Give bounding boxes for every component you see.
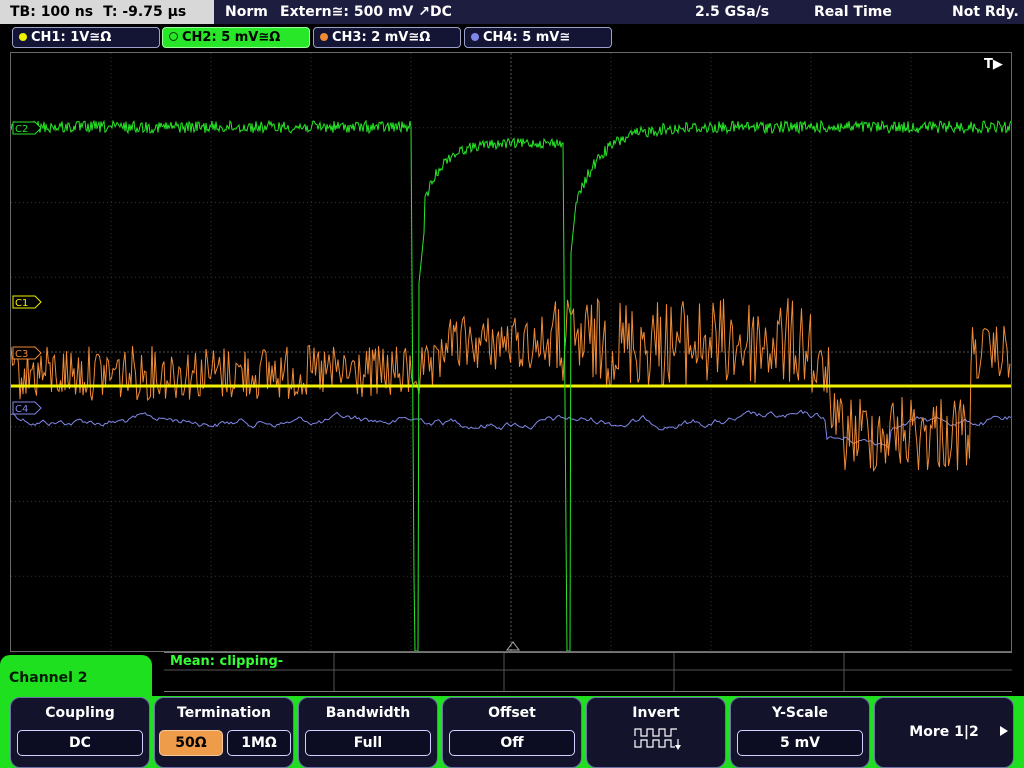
ready-state: Not Rdy. — [952, 4, 1019, 20]
svg-text:C1: C1 — [15, 298, 28, 309]
menu-title-tab: Channel 2 — [0, 655, 152, 703]
more-softkey[interactable]: More 1|2 — [874, 697, 1014, 768]
tab-channel-2[interactable]: CH2: 5 mV≅Ω — [162, 27, 310, 48]
trigger-mode[interactable]: Norm — [225, 0, 268, 24]
termination-label: Termination — [177, 705, 271, 721]
ch3-color-dot-icon — [320, 33, 328, 41]
yscale-label: Y-Scale — [771, 705, 828, 721]
measurement-panel — [164, 652, 1012, 692]
ch2-color-dot-icon — [169, 32, 178, 41]
play-right-icon — [1000, 726, 1008, 736]
trigger-time-value: T: -9.75 µs — [103, 4, 187, 20]
ch2-label: CH2: 5 mV≅Ω — [182, 30, 281, 45]
traces — [11, 119, 1011, 651]
acquisition-mode: Real Time — [814, 4, 892, 20]
invert-label: Invert — [632, 705, 680, 721]
menu-title: Channel 2 — [9, 670, 88, 686]
ch4-label: CH4: 5 mV≅ — [483, 30, 571, 45]
bandwidth-label: Bandwidth — [325, 705, 411, 721]
bandwidth-value[interactable]: Full — [305, 730, 431, 756]
trigger-marker: T▶ — [984, 57, 1003, 72]
tab-channel-4[interactable]: CH4: 5 mV≅ — [464, 27, 612, 48]
ch1-marker[interactable]: C1 — [12, 295, 42, 309]
ch1-label: CH1: 1V≅Ω — [31, 30, 112, 45]
waveform-canvas: C1 C2 C3 C4 T▶ — [11, 53, 1011, 651]
sample-rate: 2.5 GSa/s — [695, 4, 770, 20]
waveform-display[interactable]: C1 C2 C3 C4 T▶ — [10, 52, 1012, 652]
coupling-label: Coupling — [45, 705, 115, 721]
timebase-value: TB: 100 ns — [10, 4, 94, 20]
coupling-value[interactable]: DC — [17, 730, 143, 756]
ch3-label: CH3: 2 mV≅Ω — [332, 30, 431, 45]
ch4-color-dot-icon — [471, 33, 479, 41]
timebase-box[interactable]: TB: 100 ns T: -9.75 µs — [0, 0, 214, 24]
offset-label: Offset — [488, 705, 536, 721]
more-label: More 1|2 — [909, 724, 979, 740]
termination-softkey[interactable]: Termination 50Ω 1MΩ — [154, 697, 294, 768]
trigger-position-marker — [506, 641, 520, 651]
yscale-value[interactable]: 5 mV — [737, 730, 863, 756]
svg-text:C2: C2 — [15, 124, 28, 135]
offset-value[interactable]: Off — [449, 730, 575, 756]
offset-softkey[interactable]: Offset Off — [442, 697, 582, 768]
tab-channel-1[interactable]: CH1: 1V≅Ω — [12, 27, 160, 48]
ch1-color-dot-icon — [19, 33, 27, 41]
bandwidth-softkey[interactable]: Bandwidth Full — [298, 697, 438, 768]
tab-channel-3[interactable]: CH3: 2 mV≅Ω — [313, 27, 461, 48]
termination-50ohm-option[interactable]: 50Ω — [159, 730, 223, 756]
svg-text:C3: C3 — [15, 349, 28, 360]
measurement-result: Mean: clipping- — [170, 654, 284, 669]
ch4-marker[interactable]: C4 — [12, 401, 42, 415]
ch3-marker[interactable]: C3 — [12, 346, 42, 360]
invert-softkey[interactable]: Invert — [586, 697, 726, 768]
coupling-softkey[interactable]: Coupling DC — [10, 697, 150, 768]
yscale-softkey[interactable]: Y-Scale 5 mV — [730, 697, 870, 768]
trigger-source[interactable]: Extern≅: 500 mV ↗DC — [280, 0, 452, 24]
invert-waveform-icon — [634, 728, 681, 750]
ch2-marker[interactable]: C2 — [12, 121, 42, 135]
termination-1mohm-option[interactable]: 1MΩ — [227, 730, 291, 756]
svg-text:C4: C4 — [15, 404, 28, 415]
